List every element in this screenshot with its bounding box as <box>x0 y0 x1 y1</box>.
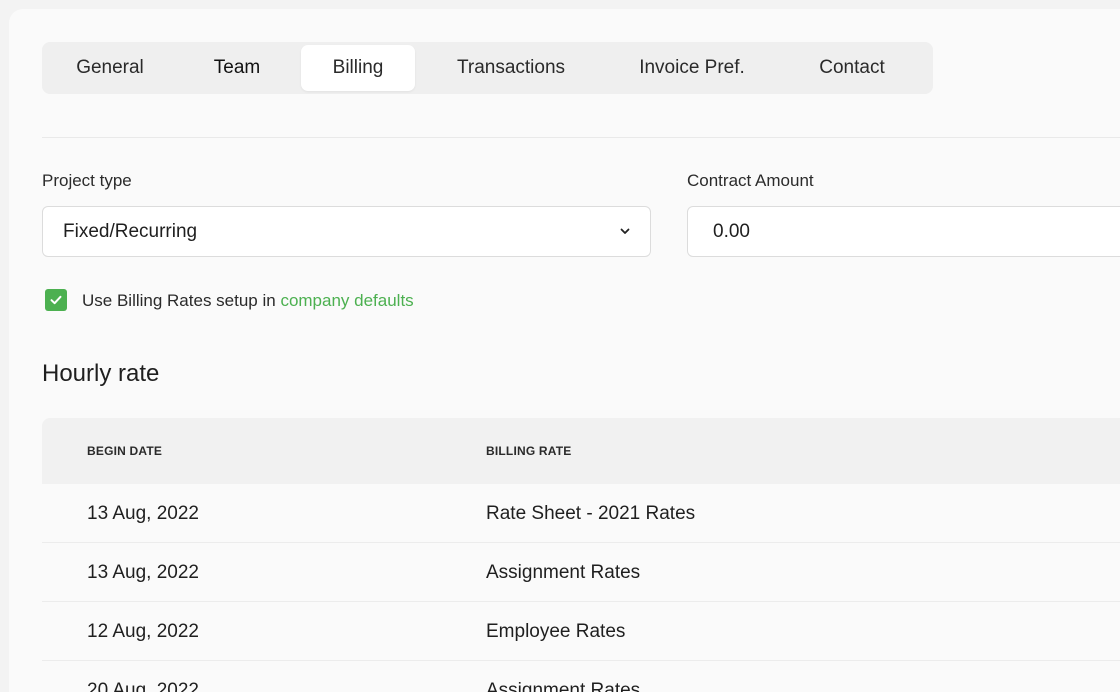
billing-rate-cell: Assignment Rates <box>486 680 641 692</box>
tab-transactions[interactable]: Transactions <box>438 45 584 91</box>
begin-date-cell: 13 Aug, 2022 <box>87 503 199 524</box>
contract-amount-input[interactable]: 0.00 <box>687 206 1120 257</box>
tab-bar: General Team Billing Transactions Invoic… <box>42 42 933 94</box>
column-header-begin-date[interactable]: BEGIN DATE <box>87 444 162 458</box>
hourly-rate-table: BEGIN DATE BILLING RATE 13 Aug, 2022 Rat… <box>42 418 1120 692</box>
billing-rate-cell: Rate Sheet - 2021 Rates <box>486 503 696 524</box>
billing-rates-checkbox[interactable] <box>45 289 67 311</box>
tab-billing[interactable]: Billing <box>301 45 415 91</box>
company-defaults-link[interactable]: company defaults <box>280 291 413 310</box>
checkmark-icon <box>50 295 62 305</box>
tab-contact[interactable]: Contact <box>792 45 912 91</box>
table-row[interactable]: 13 Aug, 2022 Rate Sheet - 2021 Rates <box>42 484 1120 543</box>
begin-date-cell: 13 Aug, 2022 <box>87 562 199 583</box>
begin-date-cell: 20 Aug, 2022 <box>87 680 199 692</box>
billing-rates-text: Use Billing Rates setup in <box>82 291 281 310</box>
billing-panel: General Team Billing Transactions Invoic… <box>9 9 1120 692</box>
contract-amount-label: Contract Amount <box>687 171 814 190</box>
billing-rates-checkbox-label: Use Billing Rates setup in company defau… <box>82 291 414 311</box>
tab-general[interactable]: General <box>59 45 161 91</box>
contract-amount-value: 0.00 <box>713 220 750 242</box>
project-type-value: Fixed/Recurring <box>63 220 198 242</box>
table-row[interactable]: 20 Aug, 2022 Assignment Rates <box>42 661 1120 692</box>
table-row[interactable]: 13 Aug, 2022 Assignment Rates <box>42 543 1120 602</box>
chevron-down-icon <box>620 228 630 234</box>
column-header-billing-rate[interactable]: BILLING RATE <box>486 444 572 458</box>
section-divider <box>42 137 1120 138</box>
hourly-rate-title: Hourly rate <box>42 360 160 387</box>
billing-rate-cell: Employee Rates <box>486 621 626 642</box>
project-type-label: Project type <box>42 171 132 190</box>
tab-invoice-pref[interactable]: Invoice Pref. <box>620 45 764 91</box>
table-row[interactable]: 12 Aug, 2022 Employee Rates <box>42 602 1120 661</box>
billing-rate-cell: Assignment Rates <box>486 562 641 583</box>
project-type-select[interactable]: Fixed/Recurring <box>42 206 651 257</box>
begin-date-cell: 12 Aug, 2022 <box>87 621 199 642</box>
table-header: BEGIN DATE BILLING RATE <box>42 418 1120 484</box>
tab-team[interactable]: Team <box>187 45 287 91</box>
